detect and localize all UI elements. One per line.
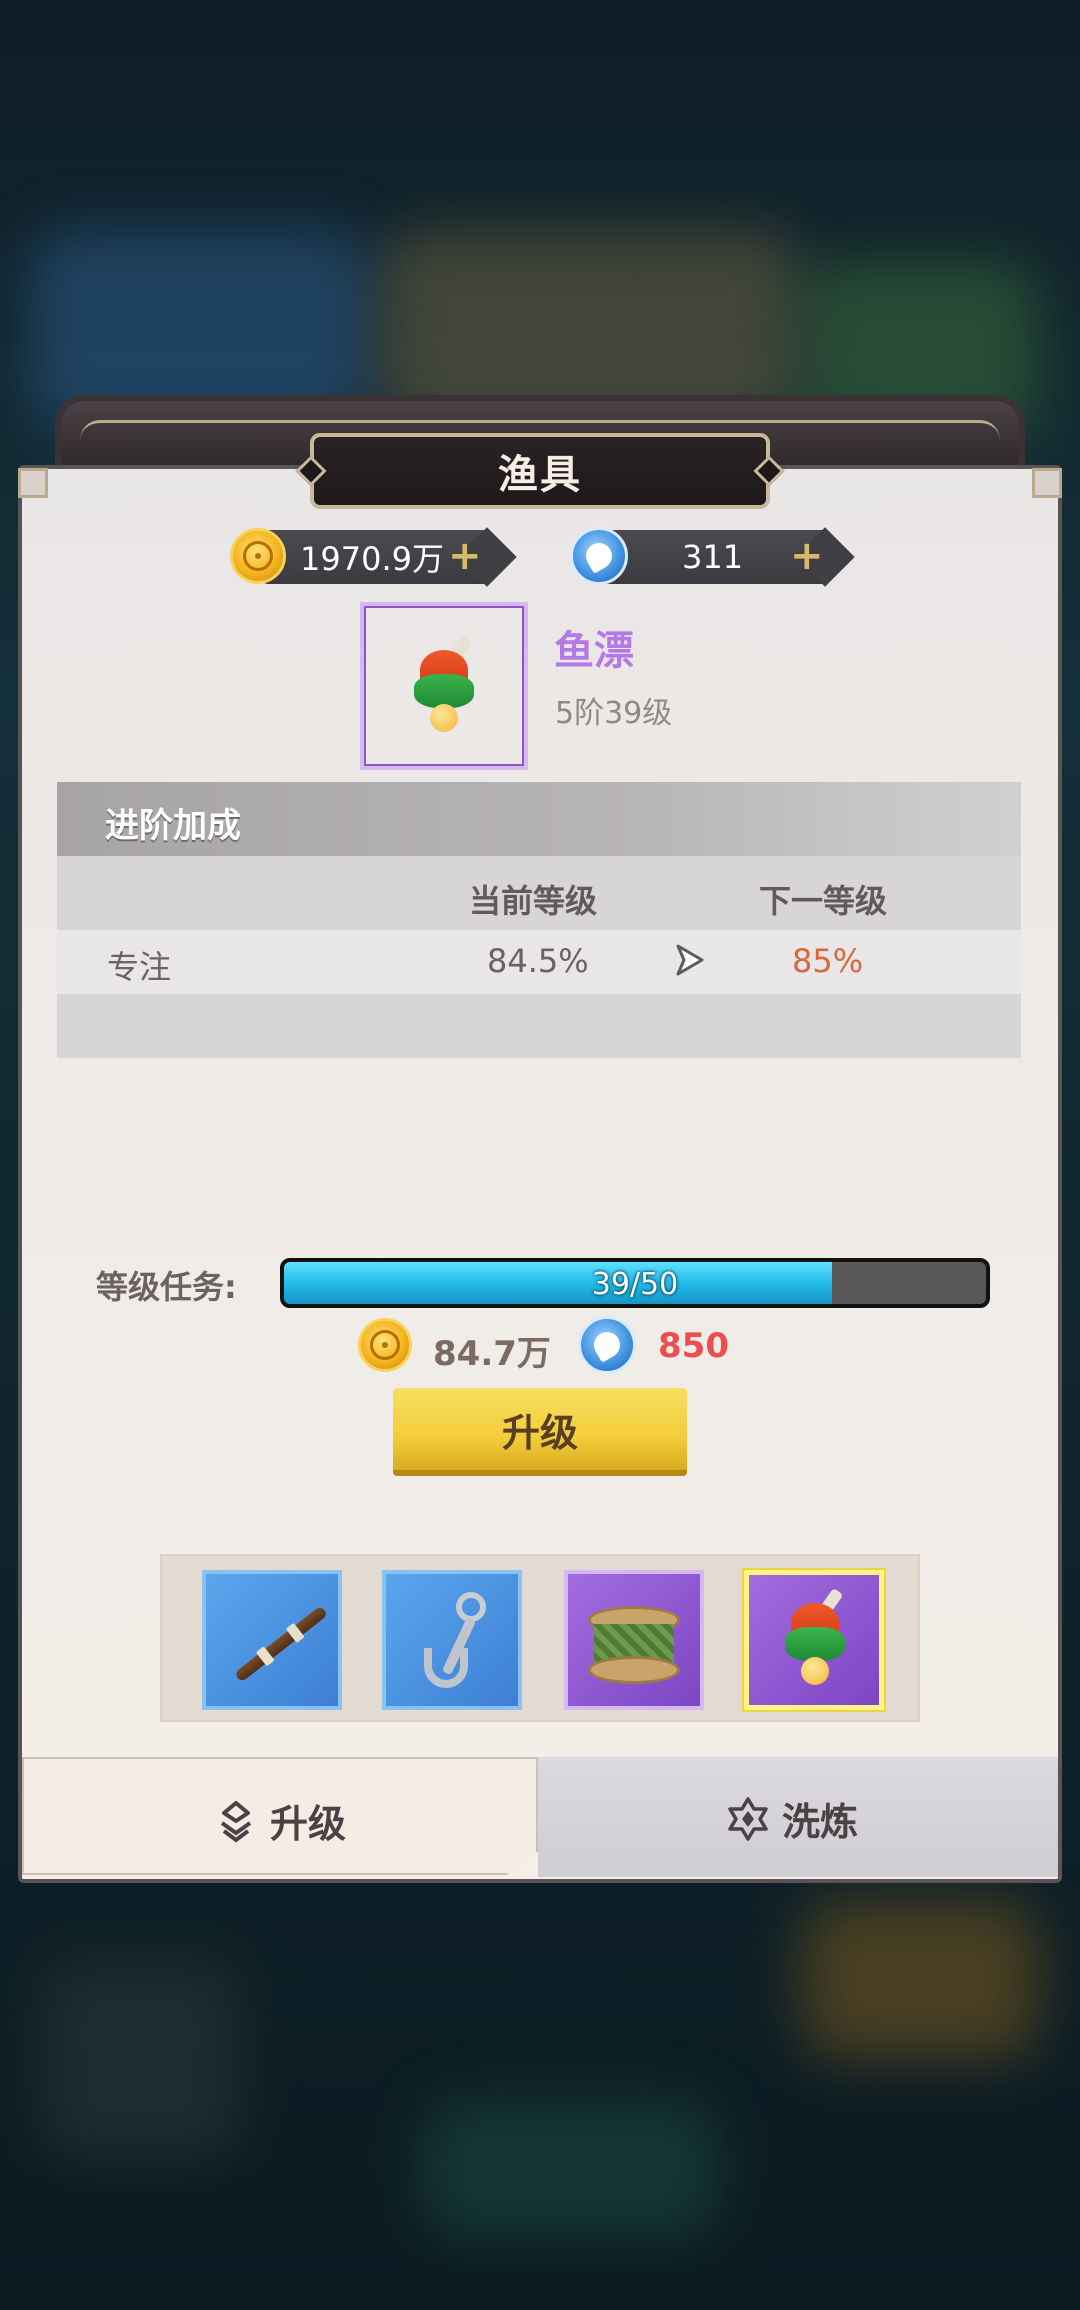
arrow-right-icon	[676, 944, 704, 976]
fish-currency-bar: 311 +	[600, 527, 855, 587]
item-level: 5阶39级	[555, 696, 673, 731]
tab-upgrade[interactable]: 升级	[22, 1757, 538, 1875]
level-task-progress-bar: 39/50	[280, 1258, 990, 1308]
add-fish-token-button[interactable]: +	[790, 536, 824, 576]
gear-slot-bar	[160, 1554, 920, 1722]
table-row	[57, 994, 1021, 1058]
fish-token-amount: 311	[682, 538, 744, 576]
gold-coin-icon	[358, 1318, 412, 1372]
add-gold-button[interactable]: +	[448, 536, 482, 576]
stat-name: 专注	[107, 948, 172, 986]
selected-item-card	[360, 602, 528, 770]
gold-cost: 84.7万	[433, 1334, 551, 1374]
col-current-level: 当前等级	[469, 882, 598, 920]
gear-slot-bobber[interactable]	[744, 1570, 884, 1710]
hook-icon	[420, 1592, 490, 1692]
bonus-section-header: 进阶加成	[57, 782, 1021, 856]
bonus-section-title: 进阶加成	[105, 806, 241, 846]
fish-token-icon	[578, 1316, 636, 1374]
line-spool-icon	[588, 1606, 680, 1684]
gold-amount: 1970.9万	[300, 540, 444, 578]
tab-upgrade-label: 升级	[270, 1802, 347, 1846]
gear-slot-line[interactable]	[564, 1570, 704, 1710]
tab-refine[interactable]: 洗炼	[538, 1757, 1058, 1877]
bobber-icon	[404, 634, 484, 736]
panel-corner-ornament	[18, 468, 48, 498]
fishing-rod-icon	[233, 1605, 329, 1683]
upgrade-button[interactable]: 升级	[393, 1388, 687, 1476]
fish-token-icon	[570, 527, 628, 585]
gear-slot-rod[interactable]	[202, 1570, 342, 1710]
level-task-label: 等级任务:	[96, 1268, 237, 1306]
gold-coin-icon	[230, 528, 286, 584]
fish-token-cost: 850	[658, 1326, 729, 1366]
stat-next-value: 85%	[792, 942, 864, 980]
tab-refine-label: 洗炼	[782, 1800, 859, 1844]
col-next-level: 下一等级	[759, 882, 888, 920]
panel-title: 渔具	[498, 452, 582, 498]
bonus-table-header: 当前等级 下一等级	[57, 856, 1021, 930]
panel-corner-ornament	[1032, 468, 1062, 498]
item-name: 鱼漂	[554, 628, 634, 674]
stat-current-value: 84.5%	[487, 942, 589, 980]
progress-text: 39/50	[591, 1267, 679, 1302]
panel-title-plate: 渔具	[295, 433, 785, 509]
upgrade-icon	[220, 1800, 252, 1842]
bottom-tabs: 升级 洗炼	[18, 1757, 1062, 1883]
refine-icon	[728, 1796, 768, 1841]
gear-slot-hook[interactable]	[382, 1570, 522, 1710]
bobber-icon	[775, 1587, 855, 1689]
gold-currency-bar: 1970.9万 +	[262, 527, 517, 587]
table-row: 专注 84.5% 85%	[57, 930, 1021, 994]
